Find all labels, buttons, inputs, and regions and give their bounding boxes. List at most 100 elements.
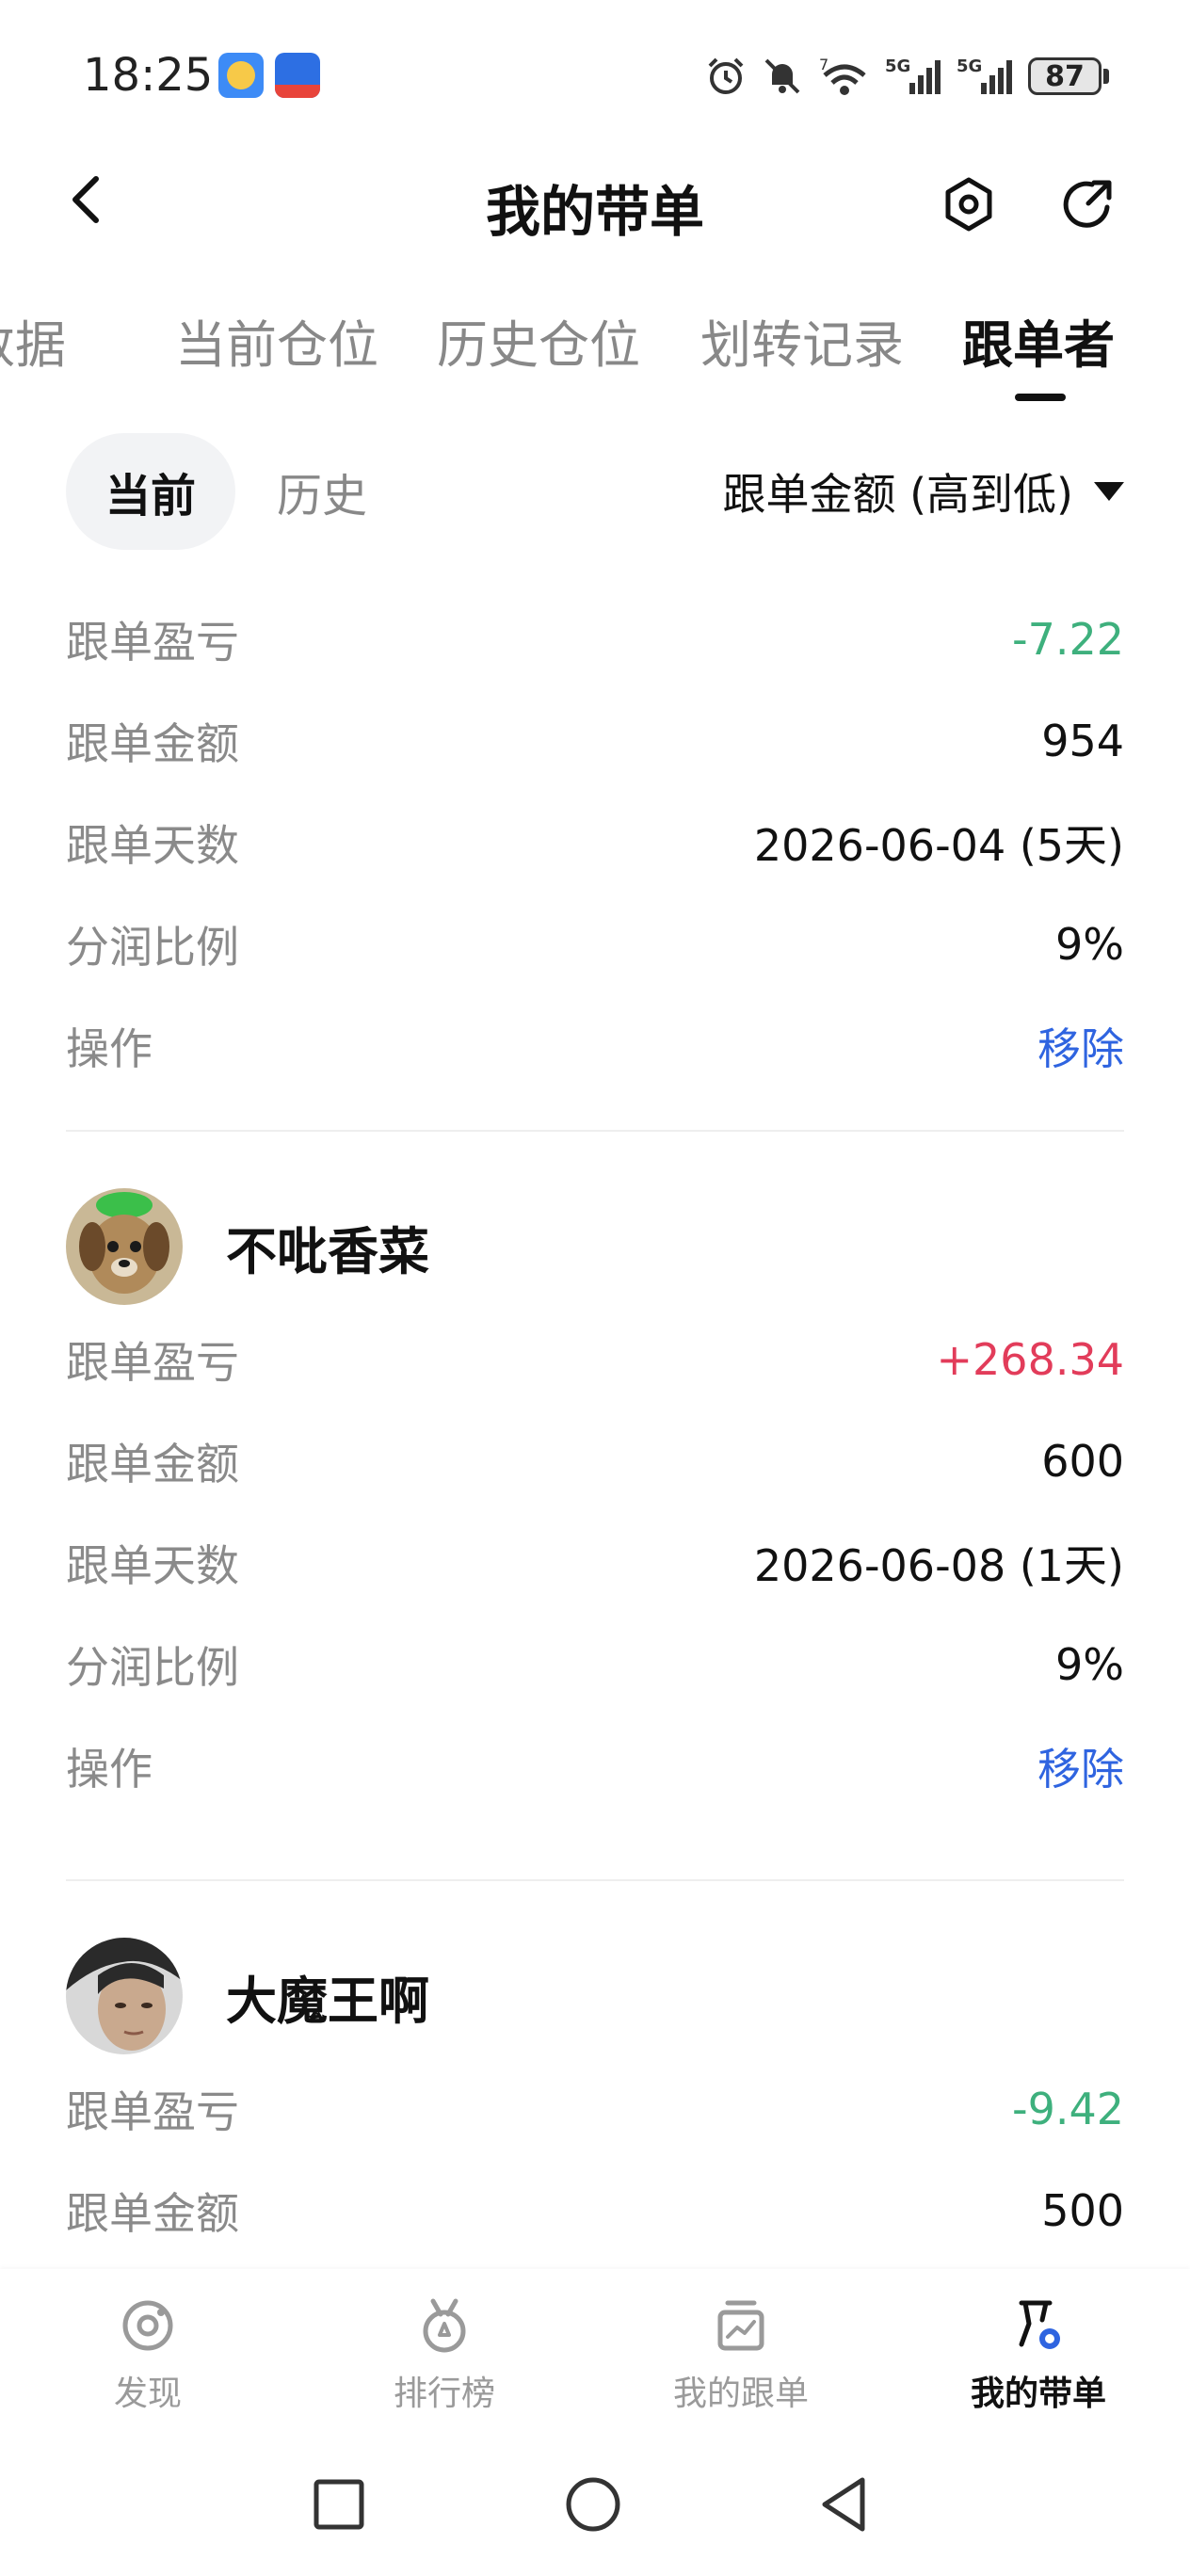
remove-button[interactable]: 移除 (1037, 1735, 1124, 1797)
row-label: 跟单金额 (66, 1439, 239, 1489)
row-pnl: 跟单盈亏 -7.22 (66, 588, 1124, 690)
row-value: -7.22 (1011, 614, 1124, 665)
row-amount: 跟单金额 600 (66, 1410, 1124, 1512)
bottom-nav: 发现 排行榜 我的跟单 我的带单 (0, 2269, 1190, 2439)
status-time: 18:25 (83, 49, 214, 102)
svg-text:5G: 5G (957, 56, 982, 76)
divider (66, 1130, 1124, 1132)
row-label: 跟单盈亏 (66, 1337, 239, 1388)
row-label: 操作 (66, 1023, 153, 1074)
tab-transfer-records[interactable]: 划转记录 (700, 303, 904, 378)
avatar[interactable] (66, 1188, 183, 1305)
row-label: 跟单金额 (66, 2188, 239, 2239)
tab-bar: 数据 当前仓位 历史仓位 划转记录 跟单者 (0, 292, 1190, 405)
svg-text:5G: 5G (885, 56, 910, 76)
row-label: 跟单盈亏 (66, 2086, 239, 2137)
row-label: 跟单盈亏 (66, 617, 239, 668)
tab-current-positions[interactable]: 当前仓位 (175, 303, 378, 378)
follower-header: 不吡香菜 (66, 1184, 1124, 1309)
nav-my-copy-trade[interactable]: 我的跟单 (647, 2269, 835, 2439)
row-value: 2026-06-08 (1天) (753, 1540, 1124, 1591)
row-label: 分润比例 (66, 922, 239, 973)
top-app-bar: 我的带单 (0, 141, 1190, 264)
follower-card: 不吡香菜 跟单盈亏 +268.34 跟单金额 600 跟单天数 2026-06-… (66, 1184, 1124, 1817)
row-label: 操作 (66, 1744, 153, 1795)
segment-history[interactable]: 历史 (277, 433, 367, 550)
row-value: 600 (1041, 1436, 1124, 1487)
segment-current[interactable]: 当前 (66, 433, 235, 550)
page-title: 我的带单 (485, 180, 704, 244)
row-profit-share: 分润比例 9% (66, 1614, 1124, 1715)
circle-icon (566, 2477, 620, 2532)
back-nav-button[interactable] (806, 2467, 881, 2542)
home-button[interactable] (555, 2467, 631, 2542)
ranking-medal-icon (411, 2293, 477, 2359)
sort-dropdown[interactable]: 跟单金额 (高到低) (722, 433, 1124, 550)
mute-bell-icon (761, 55, 804, 98)
row-days: 跟单天数 2026-06-04 (5天) (66, 792, 1124, 894)
system-nav-bar (0, 2439, 1190, 2576)
row-profit-share: 分润比例 9% (66, 894, 1124, 995)
notification-app-icon (275, 53, 320, 98)
battery-level: 87 (1028, 57, 1102, 95)
tab-active-indicator (1015, 394, 1066, 401)
nav-label: 我的带单 (970, 2375, 1106, 2413)
follower-card: 跟单盈亏 -7.22 跟单金额 954 跟单天数 2026-06-04 (5天)… (66, 588, 1124, 1097)
divider (66, 1879, 1124, 1881)
recent-apps-button[interactable] (301, 2467, 377, 2542)
status-indicators: 7 5G 5G 87 (704, 51, 1109, 102)
status-bar: 18:25 7 5G 5G 87 (0, 0, 1190, 141)
share-icon (1063, 180, 1112, 228)
row-pnl: 跟单盈亏 -9.42 (66, 2058, 1124, 2160)
row-value: 500 (1041, 2185, 1124, 2236)
my-copy-trade-icon (708, 2293, 774, 2359)
triangle-back-icon (822, 2477, 865, 2532)
follower-header: 大魔王啊 (66, 1934, 1124, 2058)
tab-followers[interactable]: 跟单者 (962, 303, 1115, 378)
row-value: -9.42 (1011, 2084, 1124, 2134)
battery-icon: 87 (1028, 57, 1109, 95)
nav-label: 发现 (113, 2375, 182, 2413)
row-action: 操作 移除 (66, 995, 1124, 1097)
my-lead-trade-icon (1005, 2293, 1071, 2359)
follower-card: 大魔王啊 跟单盈亏 -9.42 跟单金额 500 (66, 1934, 1124, 2262)
row-amount: 跟单金额 954 (66, 690, 1124, 792)
alarm-icon (704, 55, 748, 98)
square-icon (314, 2479, 364, 2530)
share-button[interactable] (1054, 171, 1120, 237)
nav-discover[interactable]: 发现 (54, 2269, 242, 2439)
row-value: 954 (1041, 716, 1124, 766)
row-value: 9% (1055, 1639, 1124, 1690)
row-pnl: 跟单盈亏 +268.34 (66, 1309, 1124, 1410)
row-label: 分润比例 (66, 1642, 239, 1693)
remove-button[interactable]: 移除 (1037, 1015, 1124, 1077)
avatar[interactable] (66, 1938, 183, 2054)
row-amount: 跟单金额 500 (66, 2160, 1124, 2262)
nav-my-lead-trade[interactable]: 我的带单 (944, 2269, 1133, 2439)
wifi-icon: 7 (817, 55, 872, 98)
signal-5g-icon-1: 5G (885, 55, 943, 98)
person-avatar-icon (66, 1938, 183, 2054)
row-days: 跟单天数 2026-06-08 (1天) (66, 1512, 1124, 1614)
puppy-avatar-icon (66, 1188, 183, 1305)
row-action: 操作 移除 (66, 1715, 1124, 1817)
row-label: 跟单金额 (66, 718, 239, 769)
hexagon-settings-icon (945, 177, 992, 232)
sort-label: 跟单金额 (高到低) (722, 469, 1073, 520)
discover-icon (115, 2293, 181, 2359)
settings-button[interactable] (936, 171, 1002, 237)
nav-label: 排行榜 (393, 2375, 495, 2413)
signal-5g-icon-2: 5G (957, 55, 1015, 98)
nav-label: 我的跟单 (672, 2375, 809, 2413)
row-label: 跟单天数 (66, 1540, 239, 1591)
weather-app-icon (218, 53, 264, 98)
row-label: 跟单天数 (66, 820, 239, 871)
tab-data[interactable]: 数据 (0, 303, 66, 378)
row-value: +268.34 (936, 1334, 1125, 1385)
nav-ranking[interactable]: 排行榜 (350, 2269, 539, 2439)
row-value: 2026-06-04 (5天) (753, 820, 1124, 871)
caret-down-icon (1094, 482, 1124, 501)
follower-name: 不吡香菜 (226, 1221, 429, 1281)
tab-history-positions[interactable]: 历史仓位 (437, 303, 640, 378)
filter-row: 当前 历史 跟单金额 (高到低) (66, 433, 1124, 550)
